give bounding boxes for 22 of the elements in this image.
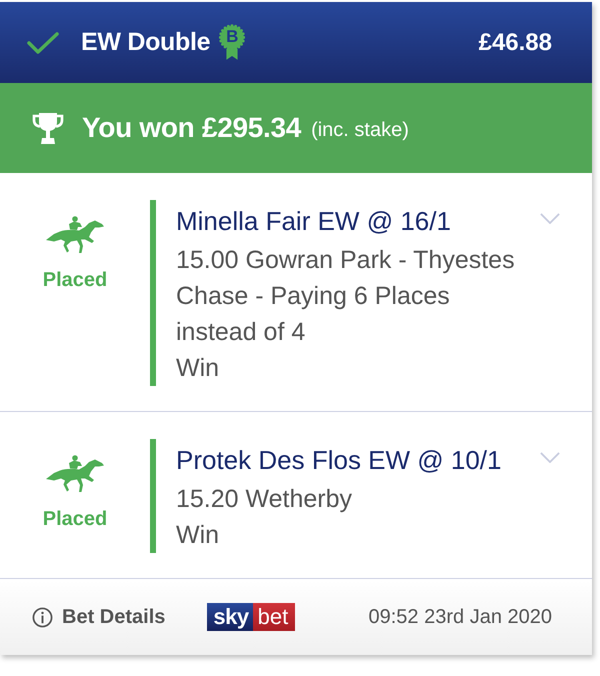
event-text: 15.20 Wetherby: [176, 484, 352, 515]
stake-note: (inc. stake): [311, 118, 409, 142]
trophy-icon: [30, 110, 66, 146]
logo-bet-tile: bet: [252, 603, 296, 631]
racehorse-icon: [45, 215, 105, 255]
selection-title: Protek Des Flos EW @ 10/1: [176, 444, 502, 477]
winnings-text: You won £295.34: [82, 112, 302, 144]
total-stake: £46.88: [478, 28, 552, 56]
bet-details-link[interactable]: Bet Details: [32, 606, 166, 628]
leg-status: Placed: [42, 269, 108, 292]
leg-status: Placed: [42, 508, 108, 531]
racehorse-icon: [45, 454, 105, 494]
chevron-icon[interactable]: [540, 452, 560, 463]
placed-date: 09:52 23rd Jan 2020: [368, 606, 552, 628]
logo-sky-tile: sky: [207, 603, 253, 631]
chevron-icon[interactable]: [540, 213, 560, 224]
info-icon: [32, 606, 53, 628]
market-text: Win: [176, 520, 220, 551]
selection-title: Minella Fair EW @ 16/1: [176, 205, 451, 238]
bet-type-title: EW Double: [81, 28, 210, 57]
market-text: Win: [176, 353, 220, 384]
event-text: 15.00 Gowran Park - Thyestes Chase - Paying 6 Places instead of 4: [176, 245, 516, 348]
